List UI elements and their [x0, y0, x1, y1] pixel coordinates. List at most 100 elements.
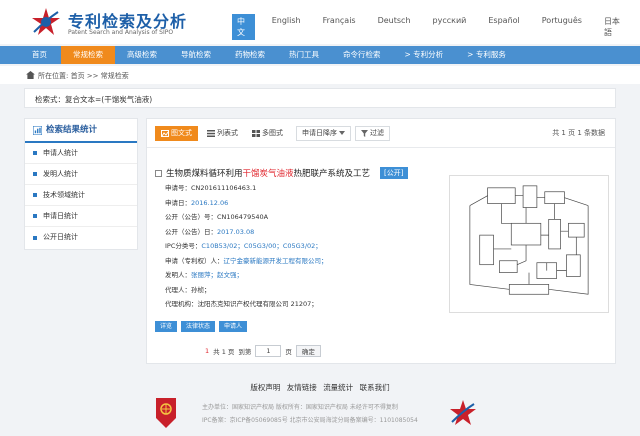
filter-label: 过滤 — [370, 128, 384, 137]
detail-button[interactable]: 详览 — [155, 321, 178, 332]
result-title[interactable]: 生物质煤料循环利用干馏炭气油液热肥联产系统及工艺 [公开] — [155, 167, 408, 179]
footer-link-copyright[interactable]: 版权声明 — [250, 383, 280, 392]
result-title-text[interactable]: 生物质煤料循环利用干馏炭气油液热肥联产系统及工艺 — [166, 167, 370, 179]
field-value[interactable]: 张丽萍；赵文强； — [191, 271, 243, 279]
field-inventor: 发明人：张丽萍；赵文强； — [165, 268, 328, 283]
footer-host: 主办单位：国家知识产权局 版权所有：国家知识产权局 未经许可不得复制 — [202, 404, 398, 411]
nav-regular-search[interactable]: 常规检索 — [61, 46, 115, 64]
search-expression: 检索式：复合文本=(干馏炭气油液) — [35, 95, 153, 104]
results-toolbar: 图文式 列表式 多图式 申请日降序 过滤 — [155, 125, 390, 141]
field-ipc: IPC分类号：C10B53/02；C05G3/00；C05G3/02； — [165, 239, 328, 254]
stats-icon — [33, 125, 42, 135]
sort-select[interactable]: 申请日降序 — [296, 125, 351, 141]
field-value[interactable]: C10B53/02；C05G3/00；C05G3/02； — [201, 242, 321, 250]
field-label: 代理人： — [165, 285, 191, 294]
sidebar-title: 检索结果统计 — [25, 119, 137, 143]
field-value: CN106479540A — [217, 213, 269, 221]
total-pages: 共 1 页 — [213, 348, 235, 356]
lang-zh[interactable]: 中文 — [232, 14, 255, 40]
stats-sidebar: 检索结果统计 申请人统计 发明人统计 技术领域统计 申请日统计 公开日统计 — [24, 118, 138, 250]
pagination: 1 共 1 页 到第 1 页 确定 — [205, 345, 321, 357]
footer-icp: IPC备案：京ICP备05069085号 北京市公安局海淀分局备案编号：1101… — [202, 417, 418, 424]
sipo-footer-logo-icon — [450, 400, 476, 425]
view-multi-button[interactable]: 多图式 — [247, 125, 288, 141]
field-label: 申请日： — [165, 198, 191, 207]
bullet-icon — [33, 214, 37, 218]
nav-patent-analysis[interactable]: > 专利分析 — [393, 46, 456, 64]
divider — [147, 147, 615, 148]
lang-es[interactable]: Español — [483, 14, 524, 40]
home-icon — [26, 71, 35, 79]
field-app-number: 申请号：CN201611106463.1 — [165, 181, 328, 196]
current-page[interactable]: 1 — [205, 347, 209, 355]
field-label: 代理机构： — [165, 300, 198, 308]
sidebar-item-label: 公开日统计 — [43, 233, 78, 241]
page-number-input[interactable]: 1 — [255, 345, 282, 357]
list-icon — [207, 129, 215, 137]
field-label: 申请（专利权）人： — [165, 256, 224, 265]
legal-status-button[interactable]: 法律状态 — [181, 321, 216, 332]
sidebar-item-publish-date[interactable]: 公开日统计 — [25, 227, 137, 248]
result-actions: 详览 法律状态 申请人 — [155, 321, 248, 332]
grid-icon — [252, 129, 260, 137]
nav-drug-search[interactable]: 药物检索 — [223, 46, 277, 64]
lang-de[interactable]: Deutsch — [373, 14, 416, 40]
nav-advanced-search[interactable]: 高级检索 — [115, 46, 169, 64]
bullet-icon — [33, 193, 37, 197]
lang-pt[interactable]: Português — [537, 14, 587, 40]
lang-ru[interactable]: русский — [428, 14, 472, 40]
sidebar-item-label: 发明人统计 — [43, 169, 78, 178]
field-label: 公开（公告）号： — [165, 213, 217, 221]
sidebar-item-inventor[interactable]: 发明人统计 — [25, 164, 137, 185]
view-figure-button[interactable]: 图文式 — [155, 125, 198, 141]
sidebar-item-tech-field[interactable]: 技术领域统计 — [25, 185, 137, 206]
confirm-button[interactable]: 确定 — [295, 345, 321, 357]
patent-drawing-thumbnail[interactable] — [449, 175, 609, 313]
footer-link-contact[interactable]: 联系我们 — [360, 383, 390, 392]
results-panel: 图文式 列表式 多图式 申请日降序 过滤 共 1 页 1 条数据 生物质煤料循环… — [146, 118, 616, 364]
view-list-label: 列表式 — [217, 128, 238, 137]
breadcrumb: 所在位置: 首页 >> 常规检索 — [0, 66, 640, 84]
nav-command-search[interactable]: 命令行检索 — [331, 46, 393, 64]
search-expression-box: 检索式：复合文本=(干馏炭气油液) — [24, 88, 616, 108]
nav-home[interactable]: 首页 — [0, 46, 61, 64]
sidebar-item-label: 申请日统计 — [43, 211, 78, 220]
field-value[interactable]: 2017.03.08 — [217, 228, 254, 236]
field-agent: 代理人：孙桢； — [165, 283, 328, 298]
nav-patent-service[interactable]: > 专利服务 — [455, 46, 518, 64]
nav-navigation-search[interactable]: 导航检索 — [169, 46, 223, 64]
result-fields: 申请号：CN201611106463.1 申请日：2016.12.06 公开（公… — [165, 181, 328, 312]
footer-link-friends[interactable]: 友情链接 — [287, 383, 317, 392]
view-list-button[interactable]: 列表式 — [202, 125, 243, 141]
footer-link-traffic[interactable]: 流量统计 — [323, 383, 353, 392]
government-emblem-icon — [156, 398, 176, 428]
sort-select-value: 申请日降序 — [302, 128, 337, 137]
field-pub-number: 公开（公告）号：CN106479540A — [165, 210, 328, 225]
bullet-icon — [33, 172, 37, 176]
field-pub-date: 公开（公告）日：2017.03.08 — [165, 225, 328, 240]
field-applicant: 申请（专利权）人：辽宁金豪新能源开发工程有限公司； — [165, 254, 328, 269]
lang-fr[interactable]: Français — [318, 14, 361, 40]
chevron-down-icon — [339, 130, 345, 135]
breadcrumb-text: 所在位置: 首页 >> 常规检索 — [38, 72, 129, 80]
applicant-button[interactable]: 申请人 — [219, 321, 248, 332]
main-nav: 首页 常规检索 高级检索 导航检索 药物检索 热门工具 命令行检索 > 专利分析… — [0, 46, 640, 64]
header: 专利检索及分析 Patent Search and Analysis of SI… — [0, 0, 640, 44]
bullet-icon — [33, 151, 37, 155]
nav-hot-tools[interactable]: 热门工具 — [277, 46, 331, 64]
page-unit: 页 — [285, 348, 292, 356]
field-app-date: 申请日：2016.12.06 — [165, 196, 328, 211]
result-checkbox[interactable] — [155, 169, 162, 177]
filter-button[interactable]: 过滤 — [355, 125, 390, 141]
field-value: 孙桢； — [191, 285, 211, 294]
sidebar-item-apply-date[interactable]: 申请日统计 — [25, 206, 137, 227]
field-value[interactable]: 辽宁金豪新能源开发工程有限公司； — [224, 257, 328, 265]
lang-en[interactable]: English — [267, 14, 306, 40]
field-value[interactable]: 2016.12.06 — [191, 199, 228, 207]
filter-icon — [361, 129, 368, 137]
sidebar-title-text: 检索结果统计 — [46, 125, 98, 135]
lang-ja[interactable]: 日本語 — [599, 14, 628, 40]
picture-icon — [161, 129, 169, 137]
view-figure-label: 图文式 — [171, 128, 192, 137]
sidebar-item-applicant[interactable]: 申请人统计 — [25, 143, 137, 164]
